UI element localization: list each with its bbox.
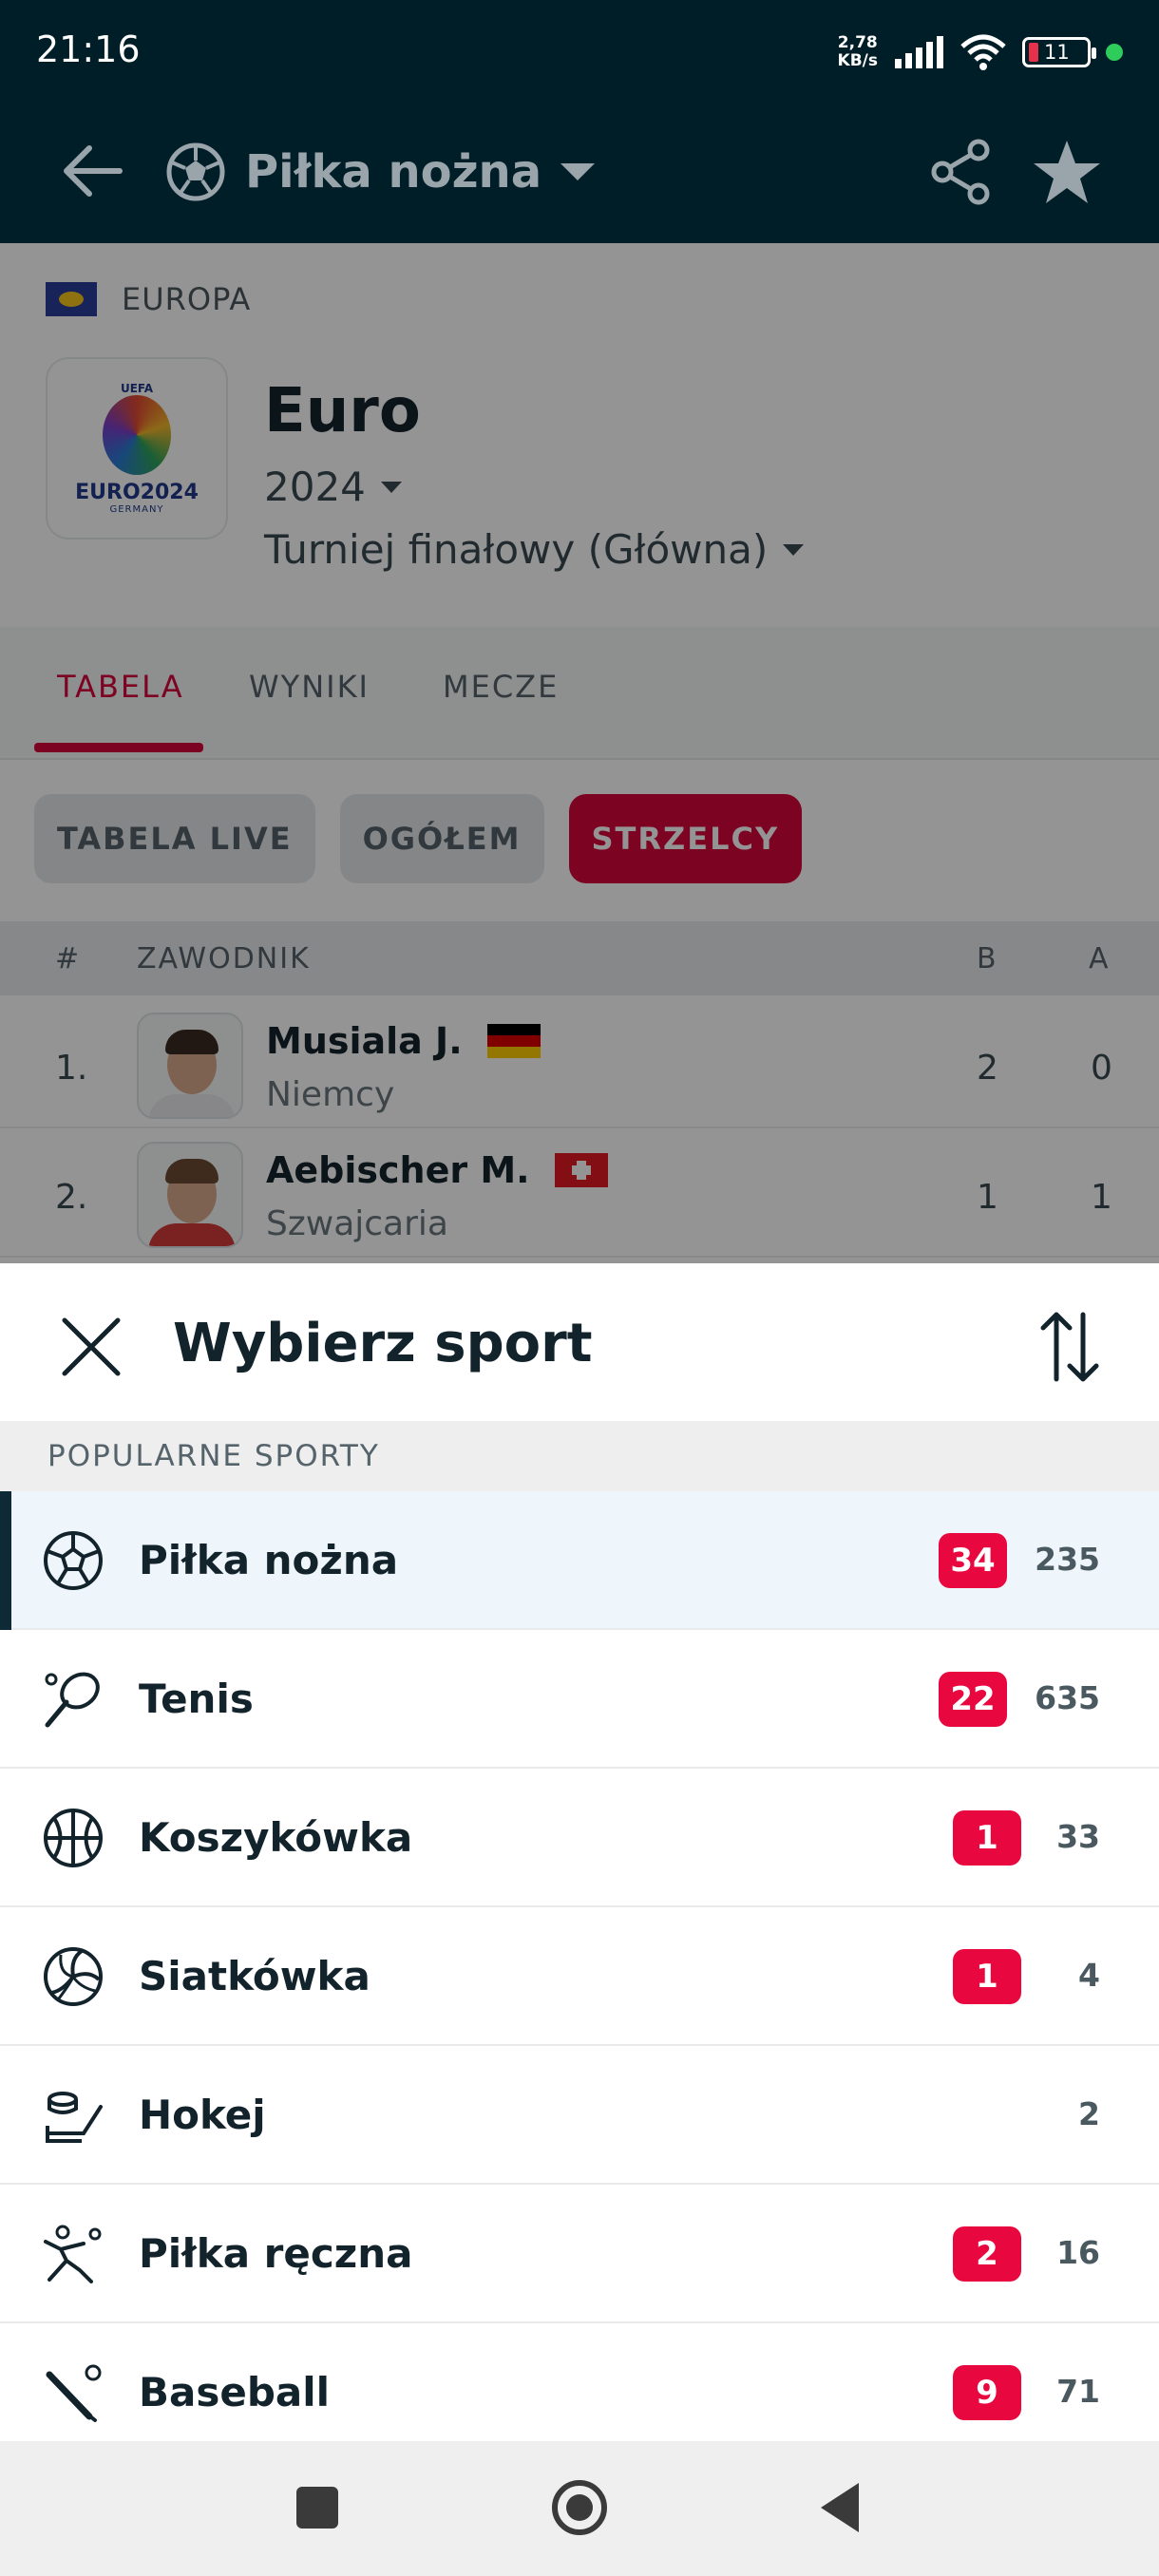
baseball-icon [46, 2364, 102, 2422]
live-count-badge: 22 [939, 1672, 1007, 1727]
network-speed: 2,78 KB/s [838, 34, 878, 70]
top-bar: Piłka nożna [0, 104, 1159, 243]
sport-name: Baseball [139, 2369, 331, 2415]
sport-name: Tenis [139, 1676, 254, 1722]
hockey-icon [46, 2092, 103, 2143]
modal-scrim[interactable] [0, 243, 1159, 1263]
sport-selector[interactable]: Piłka nożna [165, 133, 596, 211]
wifi-icon [960, 34, 1006, 70]
chevron-down-icon [560, 163, 596, 180]
sport-selector-label: Piłka nożna [245, 145, 542, 199]
sport-item-siatkowka[interactable]: Siatkówka 1 4 [0, 1907, 1159, 2046]
active-dot-icon [1106, 44, 1123, 61]
sport-name: Koszykówka [139, 1814, 413, 1861]
sort-icon[interactable] [1034, 1307, 1106, 1387]
battery-icon: 11 [1022, 37, 1096, 67]
selected-indicator [0, 1491, 11, 1630]
soccer-ball-icon [44, 1531, 103, 1590]
live-count-badge: 34 [939, 1533, 1007, 1588]
star-icon[interactable] [1030, 135, 1104, 209]
total-count: 2 [1078, 2095, 1100, 2132]
close-icon[interactable] [55, 1311, 127, 1383]
status-bar: 21:16 2,78 KB/s 11 [0, 0, 1159, 104]
basketball-icon [44, 1809, 103, 1867]
total-count: 33 [1056, 1818, 1100, 1855]
sport-name: Siatkówka [139, 1953, 370, 1999]
network-speed-value: 2,78 [837, 33, 878, 52]
total-count: 4 [1078, 1957, 1100, 1994]
section-header: POPULARNE SPORTY [0, 1421, 1159, 1491]
sheet-title: Wybierz sport [173, 1313, 593, 1374]
status-time: 21:16 [36, 28, 141, 70]
signal-icon [895, 36, 943, 68]
sport-item-tenis[interactable]: Tenis 22 635 [0, 1630, 1159, 1769]
live-count-badge: 1 [953, 1949, 1021, 2004]
battery-level: 11 [1044, 41, 1070, 64]
sport-name: Hokej [139, 2092, 266, 2138]
total-count: 71 [1056, 2373, 1100, 2410]
sport-item-hokej[interactable]: Hokej 2 [0, 2046, 1159, 2185]
soccer-ball-icon [166, 142, 225, 201]
handball-icon [44, 2225, 102, 2283]
system-nav-bar [0, 2441, 1159, 2576]
sport-picker-sheet: Wybierz sport POPULARNE SPORTY Piłka noż… [0, 1263, 1159, 2441]
sport-item-baseball[interactable]: Baseball 9 71 [0, 2323, 1159, 2441]
total-count: 635 [1035, 1679, 1100, 1716]
network-speed-unit: KB/s [837, 51, 878, 70]
sport-item-koszykowka[interactable]: Koszykówka 1 33 [0, 1769, 1159, 1907]
total-count: 16 [1056, 2234, 1100, 2271]
sport-item-pilka-reczna[interactable]: Piłka ręczna 2 16 [0, 2185, 1159, 2323]
share-icon[interactable] [923, 135, 998, 209]
live-count-badge: 9 [953, 2365, 1021, 2420]
back-arrow-icon[interactable] [55, 133, 131, 209]
volleyball-icon [44, 1947, 103, 2006]
live-count-badge: 2 [953, 2226, 1021, 2282]
recent-apps-icon[interactable] [279, 2470, 355, 2546]
total-count: 235 [1035, 1541, 1100, 1578]
sport-name: Piłka ręczna [139, 2230, 413, 2277]
tennis-racket-icon [45, 1672, 100, 1728]
status-icons: 2,78 KB/s 11 [838, 28, 1123, 76]
sport-name: Piłka nożna [139, 1537, 399, 1583]
home-icon[interactable] [542, 2470, 618, 2546]
sport-item-pilka-nozna[interactable]: Piłka nożna 34 235 [0, 1491, 1159, 1630]
back-triangle-icon[interactable] [804, 2470, 880, 2546]
live-count-badge: 1 [953, 1810, 1021, 1866]
